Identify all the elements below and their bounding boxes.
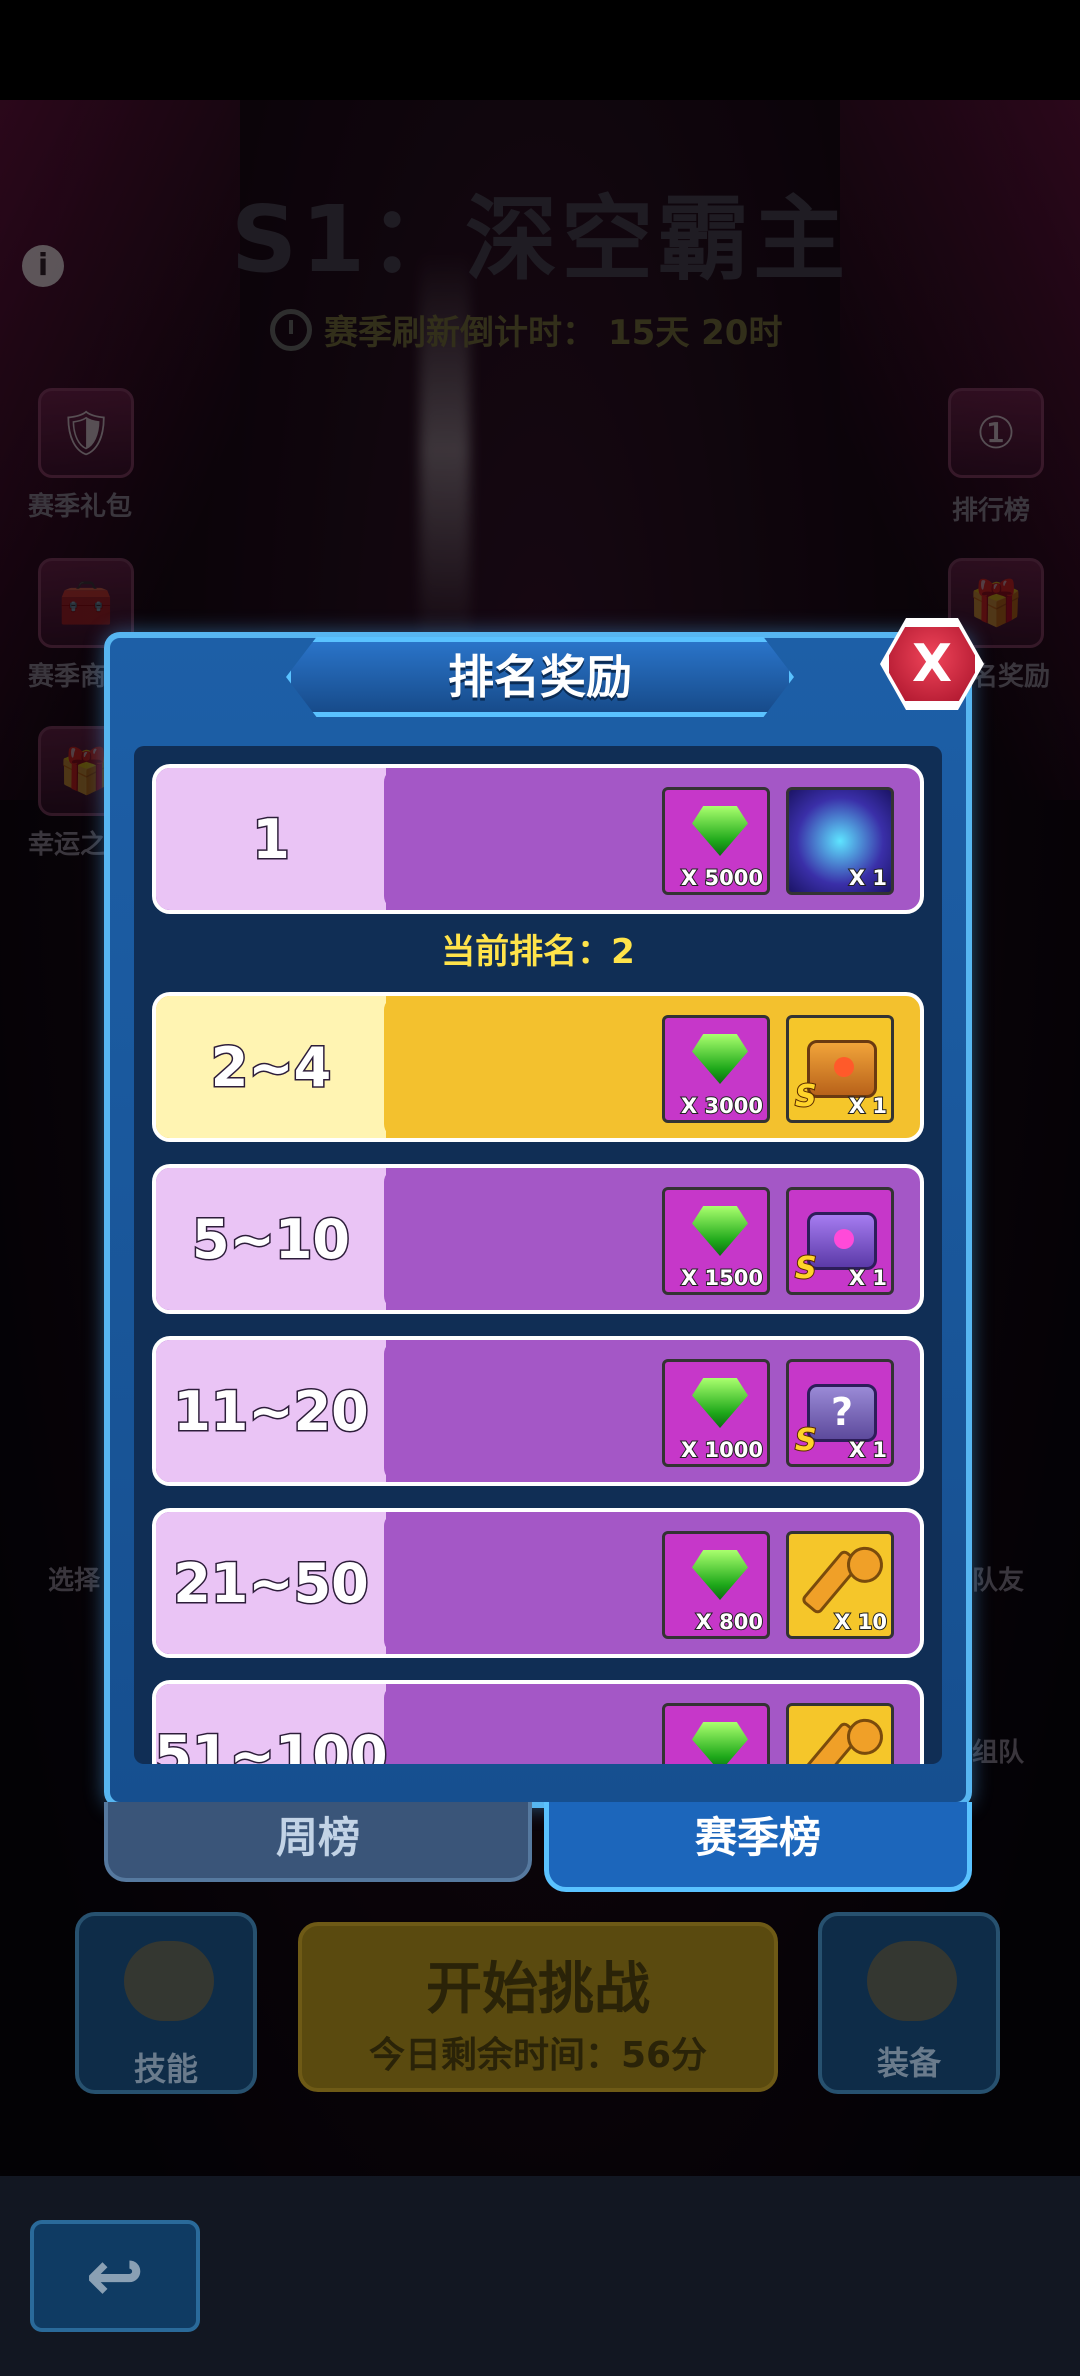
- skill-icon: [124, 1941, 214, 2021]
- rank-range: 51~100: [154, 1722, 389, 1764]
- remaining-time-text: 今日剩余时间：56分: [368, 2035, 708, 2076]
- close-icon: X: [911, 634, 953, 694]
- rank-range: 21~50: [172, 1550, 371, 1616]
- equipment-button[interactable]: 装备: [818, 1912, 1000, 2094]
- row-notch: [384, 996, 410, 1138]
- back-arrow-icon: ↩: [85, 2235, 145, 2317]
- key-icon: [799, 1720, 863, 1764]
- chest-quantity: X 1: [848, 1437, 888, 1463]
- reward-row-5: 21~50 X 800 X 10: [152, 1508, 924, 1658]
- reward-row-6: 51~100: [152, 1680, 924, 1764]
- gem-reward[interactable]: [662, 1703, 770, 1764]
- gem-reward[interactable]: X 800: [662, 1531, 770, 1639]
- rank-range: 5~10: [191, 1206, 352, 1272]
- gold-chest-icon: [807, 1040, 877, 1098]
- gem-icon: [692, 1722, 748, 1764]
- cube-quantity: X 1: [848, 865, 888, 891]
- status-bar: [0, 0, 1080, 100]
- gem-icon: [692, 1034, 748, 1084]
- key-quantity: X 10: [833, 1609, 888, 1635]
- reward-row-2: 2~4 X 3000 S X 1: [152, 992, 924, 1142]
- tab-weekly[interactable]: 周榜: [104, 1802, 532, 1882]
- key-reward[interactable]: [786, 1703, 894, 1764]
- s-rank-mark: S: [794, 1078, 818, 1115]
- start-challenge-title: 开始挑战: [426, 1957, 650, 2022]
- reward-row-1: 1 X 5000 X 1: [152, 764, 924, 914]
- purple-chest-reward[interactable]: S X 1: [786, 1187, 894, 1295]
- gem-icon: [692, 1378, 748, 1428]
- helmet-icon: [867, 1941, 957, 2021]
- skill-button[interactable]: 技能: [75, 1912, 257, 2094]
- rank-range: 11~20: [172, 1378, 371, 1444]
- chest-quantity: X 1: [848, 1093, 888, 1119]
- back-button[interactable]: ↩: [30, 2220, 200, 2332]
- row-notch: [384, 1684, 410, 1764]
- row-notch: [384, 1340, 410, 1482]
- gem-icon: [692, 806, 748, 856]
- mystery-chest-icon: ?: [807, 1384, 877, 1442]
- start-challenge-button[interactable]: 开始挑战 今日剩余时间：56分: [298, 1922, 778, 2092]
- gem-quantity: X 1000: [680, 1437, 764, 1463]
- current-rank-text: 当前排名：2: [441, 932, 635, 972]
- rank-range: 2~4: [209, 1034, 332, 1100]
- s-rank-mark: S: [794, 1422, 818, 1459]
- gold-chest-reward[interactable]: S X 1: [786, 1015, 894, 1123]
- gem-reward[interactable]: X 1000: [662, 1359, 770, 1467]
- chest-quantity: X 1: [848, 1265, 888, 1291]
- equipment-label: 装备: [876, 2044, 941, 2082]
- s-rank-mark: S: [794, 1250, 818, 1287]
- tab-season[interactable]: 赛季榜: [544, 1802, 972, 1892]
- gem-quantity: X 800: [695, 1609, 764, 1635]
- ranking-tabs: 周榜 赛季榜: [104, 1802, 972, 1892]
- rank-range: 1: [251, 806, 292, 872]
- reward-row-4: 11~20 X 1000 ? S X 1: [152, 1336, 924, 1486]
- gem-quantity: X 1500: [680, 1265, 764, 1291]
- cube-reward[interactable]: X 1: [786, 787, 894, 895]
- reward-list[interactable]: 1 X 5000 X 1 当前排名：2 2~4 X 3000 S X 1 5~1…: [134, 746, 942, 1764]
- reward-row-3: 5~10 X 1500 S X 1: [152, 1164, 924, 1314]
- gem-quantity: X 5000: [680, 865, 764, 891]
- modal-title: 排名奖励: [448, 650, 632, 704]
- gem-quantity: X 3000: [680, 1093, 764, 1119]
- row-notch: [384, 1512, 410, 1654]
- gem-icon: [692, 1206, 748, 1256]
- gem-reward[interactable]: X 3000: [662, 1015, 770, 1123]
- gem-reward[interactable]: X 5000: [662, 787, 770, 895]
- skill-label: 技能: [133, 2050, 198, 2088]
- mystery-chest-reward[interactable]: ? S X 1: [786, 1359, 894, 1467]
- gem-icon: [692, 1550, 748, 1600]
- key-reward[interactable]: X 10: [786, 1531, 894, 1639]
- row-notch: [384, 1168, 410, 1310]
- purple-chest-icon: [807, 1212, 877, 1270]
- key-icon: [799, 1548, 863, 1616]
- gem-reward[interactable]: X 1500: [662, 1187, 770, 1295]
- row-notch: [384, 768, 410, 910]
